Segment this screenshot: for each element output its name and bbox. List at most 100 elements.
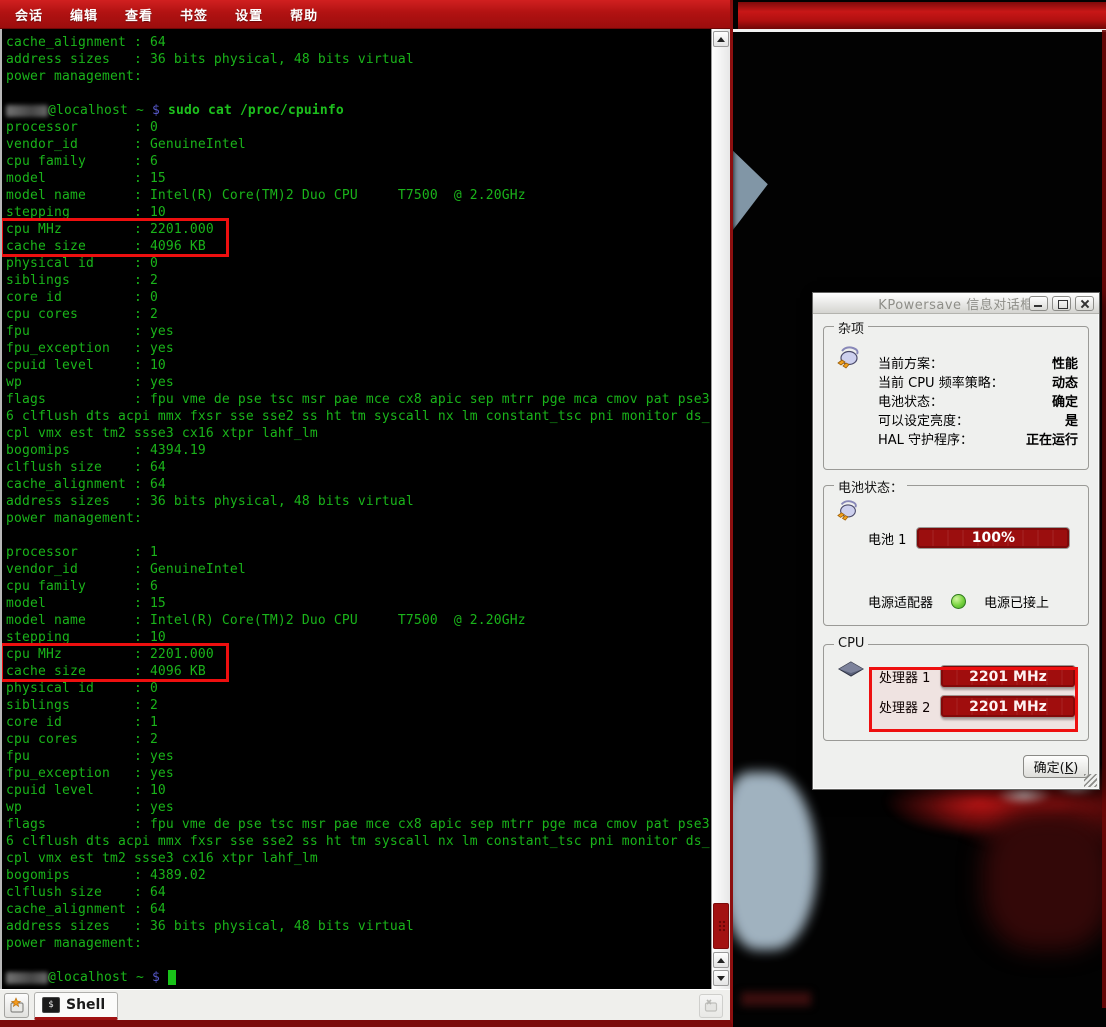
terminal-tabbar: $ Shell: [0, 989, 730, 1020]
misc-group-title: 杂项: [834, 318, 868, 337]
terminal-line: cpl vmx est tm2 ssse3 cx16 xtpr lahf_lm: [6, 425, 711, 442]
terminal-line: cpu family : 6: [6, 578, 711, 595]
terminal-line: [6, 527, 711, 544]
close-icon[interactable]: [1075, 296, 1094, 311]
cpu-row-2: 处理器 22201 MHz: [879, 695, 1076, 718]
cpu-frequency-bar: 2201 MHz: [940, 695, 1076, 718]
terminal-line: fpu : yes: [6, 323, 711, 340]
terminal-line: cpuid level : 10: [6, 357, 711, 374]
terminal-line: processor : 1: [6, 544, 711, 561]
resize-grip[interactable]: [1084, 774, 1097, 787]
terminal-line: flags : fpu vme de pse tsc msr pae mce c…: [6, 391, 711, 408]
cpu-group-title: CPU: [834, 636, 868, 651]
terminal-line: address sizes : 36 bits physical, 48 bit…: [6, 918, 711, 935]
cpu-groupbox: CPU 处理器 12201 MHz处理器 22201 MHz: [823, 644, 1089, 741]
dialog-title: KPowersave 信息对话框: [878, 294, 1033, 313]
misc-label: 当前方案：: [878, 353, 943, 372]
scrollbar-up-arrow-icon[interactable]: [713, 31, 729, 47]
terminal-line: vendor_id : GenuineIntel: [6, 136, 711, 153]
terminal-line: core id : 0: [6, 289, 711, 306]
terminal-line: stepping : 10: [6, 204, 711, 221]
terminal-line: power management:: [6, 510, 711, 527]
menu-item-4[interactable]: 书签: [180, 5, 208, 24]
battery-group-title: 电池状态：: [834, 477, 907, 496]
terminal-line: cpu MHz : 2201.000: [6, 646, 711, 663]
scrollbar-up-arrow-bottom-icon[interactable]: [713, 952, 729, 968]
cpu-row-1: 处理器 12201 MHz: [879, 665, 1076, 688]
menu-item-3[interactable]: 查看: [125, 5, 153, 24]
terminal-line: cache size : 4096 KB: [6, 238, 711, 255]
dialog-titlebar[interactable]: KPowersave 信息对话框: [813, 293, 1099, 314]
misc-value: 性能: [1052, 353, 1078, 372]
misc-groupbox: 杂项 当前方案：性能当前 CPU 频率策略：动态电池状态：确定可以设定亮度：是H…: [823, 326, 1089, 470]
misc-row-5: HAL 守护程序：正在运行: [878, 429, 1078, 448]
terminal-line: bogomips : 4394.19: [6, 442, 711, 459]
wallpaper-blue-fabric: [733, 772, 817, 950]
terminal-line: 6 clflush dts acpi mmx fxsr sse sse2 ss …: [6, 833, 711, 850]
power-plug-icon: [836, 345, 862, 373]
terminal-line: physical id : 0: [6, 680, 711, 697]
misc-row-2: 当前 CPU 频率策略： 动态: [878, 372, 1078, 391]
new-session-button[interactable]: [4, 993, 29, 1018]
adapter-row: 电源适配器 电源已接上: [868, 592, 1049, 611]
scrollbar-thumb[interactable]: [713, 903, 729, 949]
terminal-line: cpuid level : 10: [6, 782, 711, 799]
terminal-line: wp : yes: [6, 374, 711, 391]
terminal-menubar: 会话 编辑 查看 书签 设置 帮助: [0, 0, 730, 29]
misc-row-1: 当前方案： 性能: [878, 353, 1078, 372]
menu-item-5[interactable]: 设置: [235, 5, 263, 24]
menu-item-1[interactable]: 会话: [15, 5, 43, 24]
misc-label: HAL 守护程序：: [878, 429, 973, 448]
wallpaper-dark-fabric: [983, 810, 1106, 950]
terminal-line: stepping : 10: [6, 629, 711, 646]
terminal-icon: $: [42, 997, 60, 1013]
misc-value: 动态: [1052, 372, 1078, 391]
terminal-line: clflush size : 64: [6, 459, 711, 476]
misc-value: 确定: [1052, 391, 1078, 410]
misc-row-3: 电池状态：确定: [878, 391, 1078, 410]
terminal-prompt-line: @localhost ~ $ sudo cat /proc/cpuinfo: [6, 102, 711, 119]
misc-label: 可以设定亮度：: [878, 410, 969, 429]
terminal-line: [6, 85, 711, 102]
terminal-screen[interactable]: cache_alignment : 64address sizes : 36 b…: [2, 29, 711, 989]
window-buttons: [1029, 296, 1094, 311]
menu-item-2[interactable]: 编辑: [70, 5, 98, 24]
minimize-icon[interactable]: [1029, 296, 1048, 311]
background-window-red-bar: [738, 2, 1106, 29]
terminal-line: siblings : 2: [6, 272, 711, 289]
green-led-icon: [951, 594, 966, 609]
processor-label: 处理器 1: [879, 667, 931, 686]
terminal-line: wp : yes: [6, 799, 711, 816]
wallpaper-light-shape: [733, 142, 791, 230]
close-session-icon: [703, 998, 719, 1014]
blurred-username: [6, 972, 48, 984]
terminal-line: power management:: [6, 68, 711, 85]
close-session-button[interactable]: [699, 994, 723, 1018]
tab-shell[interactable]: $ Shell: [34, 992, 118, 1020]
maximize-icon[interactable]: [1052, 296, 1071, 311]
terminal-line: cache_alignment : 64: [6, 901, 711, 918]
terminal-content-area: cache_alignment : 64address sizes : 36 b…: [0, 29, 730, 989]
terminal-line: model : 15: [6, 595, 711, 612]
background-window-right-edge: [1102, 30, 1106, 1008]
power-plug-icon: [836, 498, 860, 526]
new-session-icon: [8, 997, 26, 1015]
terminal-line: cpu family : 6: [6, 153, 711, 170]
menu-item-6[interactable]: 帮助: [290, 5, 318, 24]
terminal-line: [6, 952, 711, 969]
misc-rows: 当前方案：性能当前 CPU 频率策略：动态电池状态：确定可以设定亮度：是HAL …: [878, 353, 1078, 448]
terminal-line: cache size : 4096 KB: [6, 663, 711, 680]
terminal-line: model name : Intel(R) Core(TM)2 Duo CPU …: [6, 187, 711, 204]
terminal-prompt-line: @localhost ~ $: [6, 969, 711, 986]
battery-row: 电池 1 100%: [868, 527, 1070, 549]
terminal-scrollbar[interactable]: [711, 29, 730, 989]
terminal-line: address sizes : 36 bits physical, 48 bit…: [6, 51, 711, 68]
cpu-rows: 处理器 12201 MHz处理器 22201 MHz: [879, 665, 1076, 725]
terminal-line: flags : fpu vme de pse tsc msr pae mce c…: [6, 816, 711, 833]
battery-level-bar: 100%: [916, 527, 1070, 549]
ok-button[interactable]: 确定(K): [1023, 755, 1089, 778]
terminal-line: bogomips : 4389.02: [6, 867, 711, 884]
misc-label: 当前 CPU 频率策略：: [878, 372, 1004, 391]
screen: 会话编辑查看书签设置帮助 cache_alignment : 64address…: [0, 0, 1106, 1027]
scrollbar-down-arrow-icon[interactable]: [713, 970, 729, 986]
